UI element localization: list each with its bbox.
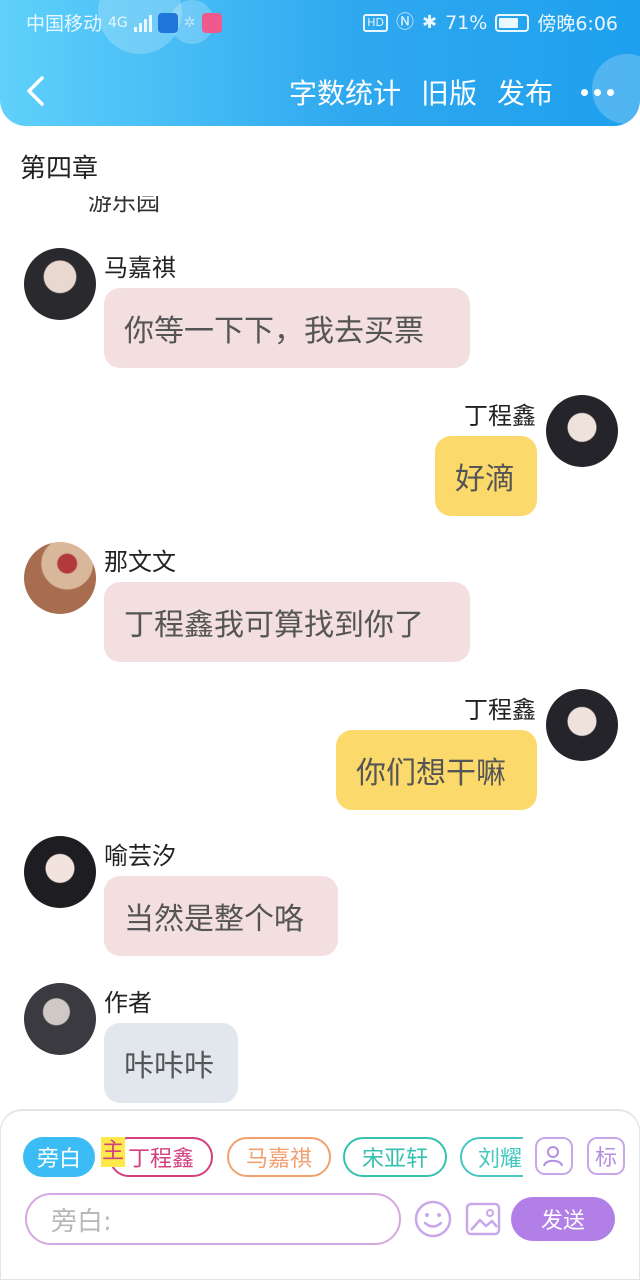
smiley-icon bbox=[414, 1200, 452, 1238]
sender-name: 那文文 bbox=[104, 548, 176, 576]
main-character-badge: 主 bbox=[101, 1137, 125, 1167]
app-header: 中国移动 4G ✲ HD Ⓝ ✱ 71% 傍晚6:06 字数统计 旧版 发布 bbox=[0, 0, 640, 126]
avatar[interactable] bbox=[24, 542, 96, 614]
chip-character[interactable]: 宋亚轩 bbox=[343, 1137, 447, 1177]
chip-character[interactable]: 马嘉祺 bbox=[227, 1137, 331, 1177]
message-bubble[interactable]: 当然是整个咯 bbox=[104, 876, 338, 956]
hd-icon: HD bbox=[363, 13, 388, 32]
person-icon bbox=[543, 1146, 563, 1167]
shield-app-icon bbox=[157, 12, 178, 33]
image-button[interactable] bbox=[463, 1199, 503, 1239]
sender-name: 喻芸汐 bbox=[104, 842, 176, 870]
battery-percent: 71% bbox=[445, 11, 488, 34]
chip-character[interactable]: 刘耀 bbox=[460, 1137, 523, 1177]
character-chip-row: 旁白 丁程鑫 马嘉祺 宋亚轩 刘耀 bbox=[23, 1137, 523, 1179]
nfc-icon: Ⓝ bbox=[396, 11, 414, 33]
battery-icon bbox=[495, 13, 530, 32]
clipped-narration: 游乐园 bbox=[88, 196, 160, 214]
message-bubble[interactable]: 丁程鑫我可算找到你了 bbox=[104, 582, 470, 662]
avatar[interactable] bbox=[546, 395, 618, 467]
more-options-icon[interactable] bbox=[581, 88, 614, 96]
sender-name: 丁程鑫 bbox=[464, 696, 536, 724]
clock: 傍晚6:06 bbox=[537, 13, 618, 35]
network-type: 4G bbox=[108, 14, 128, 31]
sender-name: 丁程鑫 bbox=[464, 402, 536, 430]
image-icon bbox=[465, 1202, 501, 1236]
message-bubble[interactable]: 咔咔咔 bbox=[104, 1023, 238, 1103]
social-app-icon bbox=[201, 12, 222, 33]
avatar[interactable] bbox=[24, 836, 96, 908]
avatar[interactable] bbox=[24, 983, 96, 1055]
sparkle-icon: ✲ bbox=[183, 14, 196, 31]
message-bubble[interactable]: 好滴 bbox=[435, 436, 537, 516]
avatar[interactable] bbox=[546, 689, 618, 761]
composer-panel: 旁白 丁程鑫 马嘉祺 宋亚轩 刘耀 主 标 旁白: 发送 bbox=[0, 1110, 640, 1280]
carrier-label: 中国移动 bbox=[26, 13, 103, 35]
chip-narration[interactable]: 旁白 bbox=[23, 1137, 95, 1177]
publish-button[interactable]: 发布 bbox=[497, 72, 553, 112]
avatar[interactable] bbox=[24, 248, 96, 320]
signal-icon bbox=[133, 14, 152, 32]
old-version-button[interactable]: 旧版 bbox=[421, 72, 477, 112]
character-manage-button[interactable] bbox=[535, 1137, 573, 1175]
sender-name: 马嘉祺 bbox=[104, 254, 176, 282]
bluetooth-icon: ✱ bbox=[422, 11, 438, 33]
nav-bar: 字数统计 旧版 发布 bbox=[0, 60, 640, 126]
message-bubble[interactable]: 你等一下下，我去买票 bbox=[104, 288, 470, 368]
back-button[interactable] bbox=[20, 74, 54, 108]
status-bar: 中国移动 4G ✲ HD Ⓝ ✱ 71% 傍晚6:06 bbox=[0, 0, 640, 44]
chapter-title: 第四章 bbox=[20, 154, 99, 184]
tag-button[interactable]: 标 bbox=[587, 1137, 625, 1175]
message-bubble[interactable]: 你们想干嘛 bbox=[336, 730, 537, 810]
sender-name: 作者 bbox=[104, 989, 152, 1017]
chevron-left-icon bbox=[27, 76, 44, 106]
message-input[interactable]: 旁白: bbox=[25, 1193, 401, 1245]
send-button[interactable]: 发送 bbox=[511, 1197, 615, 1241]
word-count-button[interactable]: 字数统计 bbox=[289, 72, 401, 112]
emoji-button[interactable] bbox=[413, 1199, 453, 1239]
